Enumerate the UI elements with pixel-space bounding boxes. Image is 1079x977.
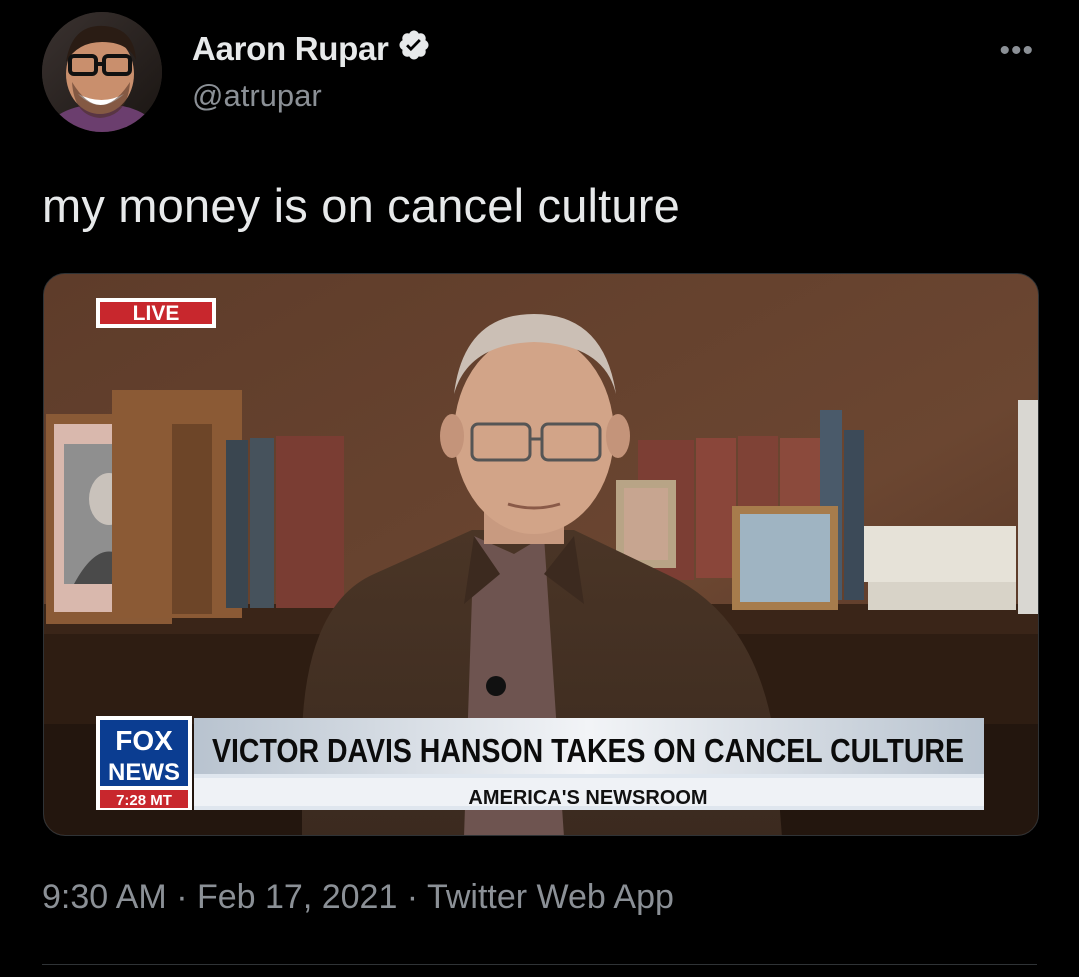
tweet-source[interactable]: Twitter Web App (427, 878, 674, 916)
meta-separator: · (397, 878, 427, 916)
divider (42, 964, 1037, 965)
live-label: LIVE (133, 302, 180, 325)
avatar[interactable] (42, 12, 162, 132)
tweet-metadata: 9:30 AM · Feb 17, 2021 · Twitter Web App (42, 878, 674, 917)
author-display-name[interactable]: Aaron Rupar (192, 28, 431, 70)
verified-badge-icon (397, 28, 431, 70)
author-names: Aaron Rupar @atrupar (192, 28, 431, 114)
tweet-media-image[interactable]: LIVE VICTOR DAVIS HANSON TAKES ON CANCEL… (43, 273, 1039, 836)
chyron-headline: VICTOR DAVIS HANSON TAKES ON CANCEL CULT… (212, 732, 964, 769)
fox-logo-line1: FOX (115, 725, 173, 756)
tweet-text: my money is on cancel culture (42, 179, 680, 232)
fox-logo-line2: NEWS (108, 759, 180, 786)
tweet-date[interactable]: Feb 17, 2021 (197, 878, 397, 916)
tweet-time[interactable]: 9:30 AM (42, 878, 167, 916)
chyron-show-name: AMERICA'S NEWSROOM (468, 787, 707, 809)
tweet-header: Aaron Rupar @atrupar ••• (42, 12, 1042, 137)
author-handle[interactable]: @atrupar (192, 78, 431, 114)
more-options-icon[interactable]: ••• (999, 34, 1034, 68)
meta-separator: · (166, 878, 197, 916)
fox-time-label: 7:28 MT (116, 792, 172, 809)
display-name-text: Aaron Rupar (192, 30, 389, 67)
